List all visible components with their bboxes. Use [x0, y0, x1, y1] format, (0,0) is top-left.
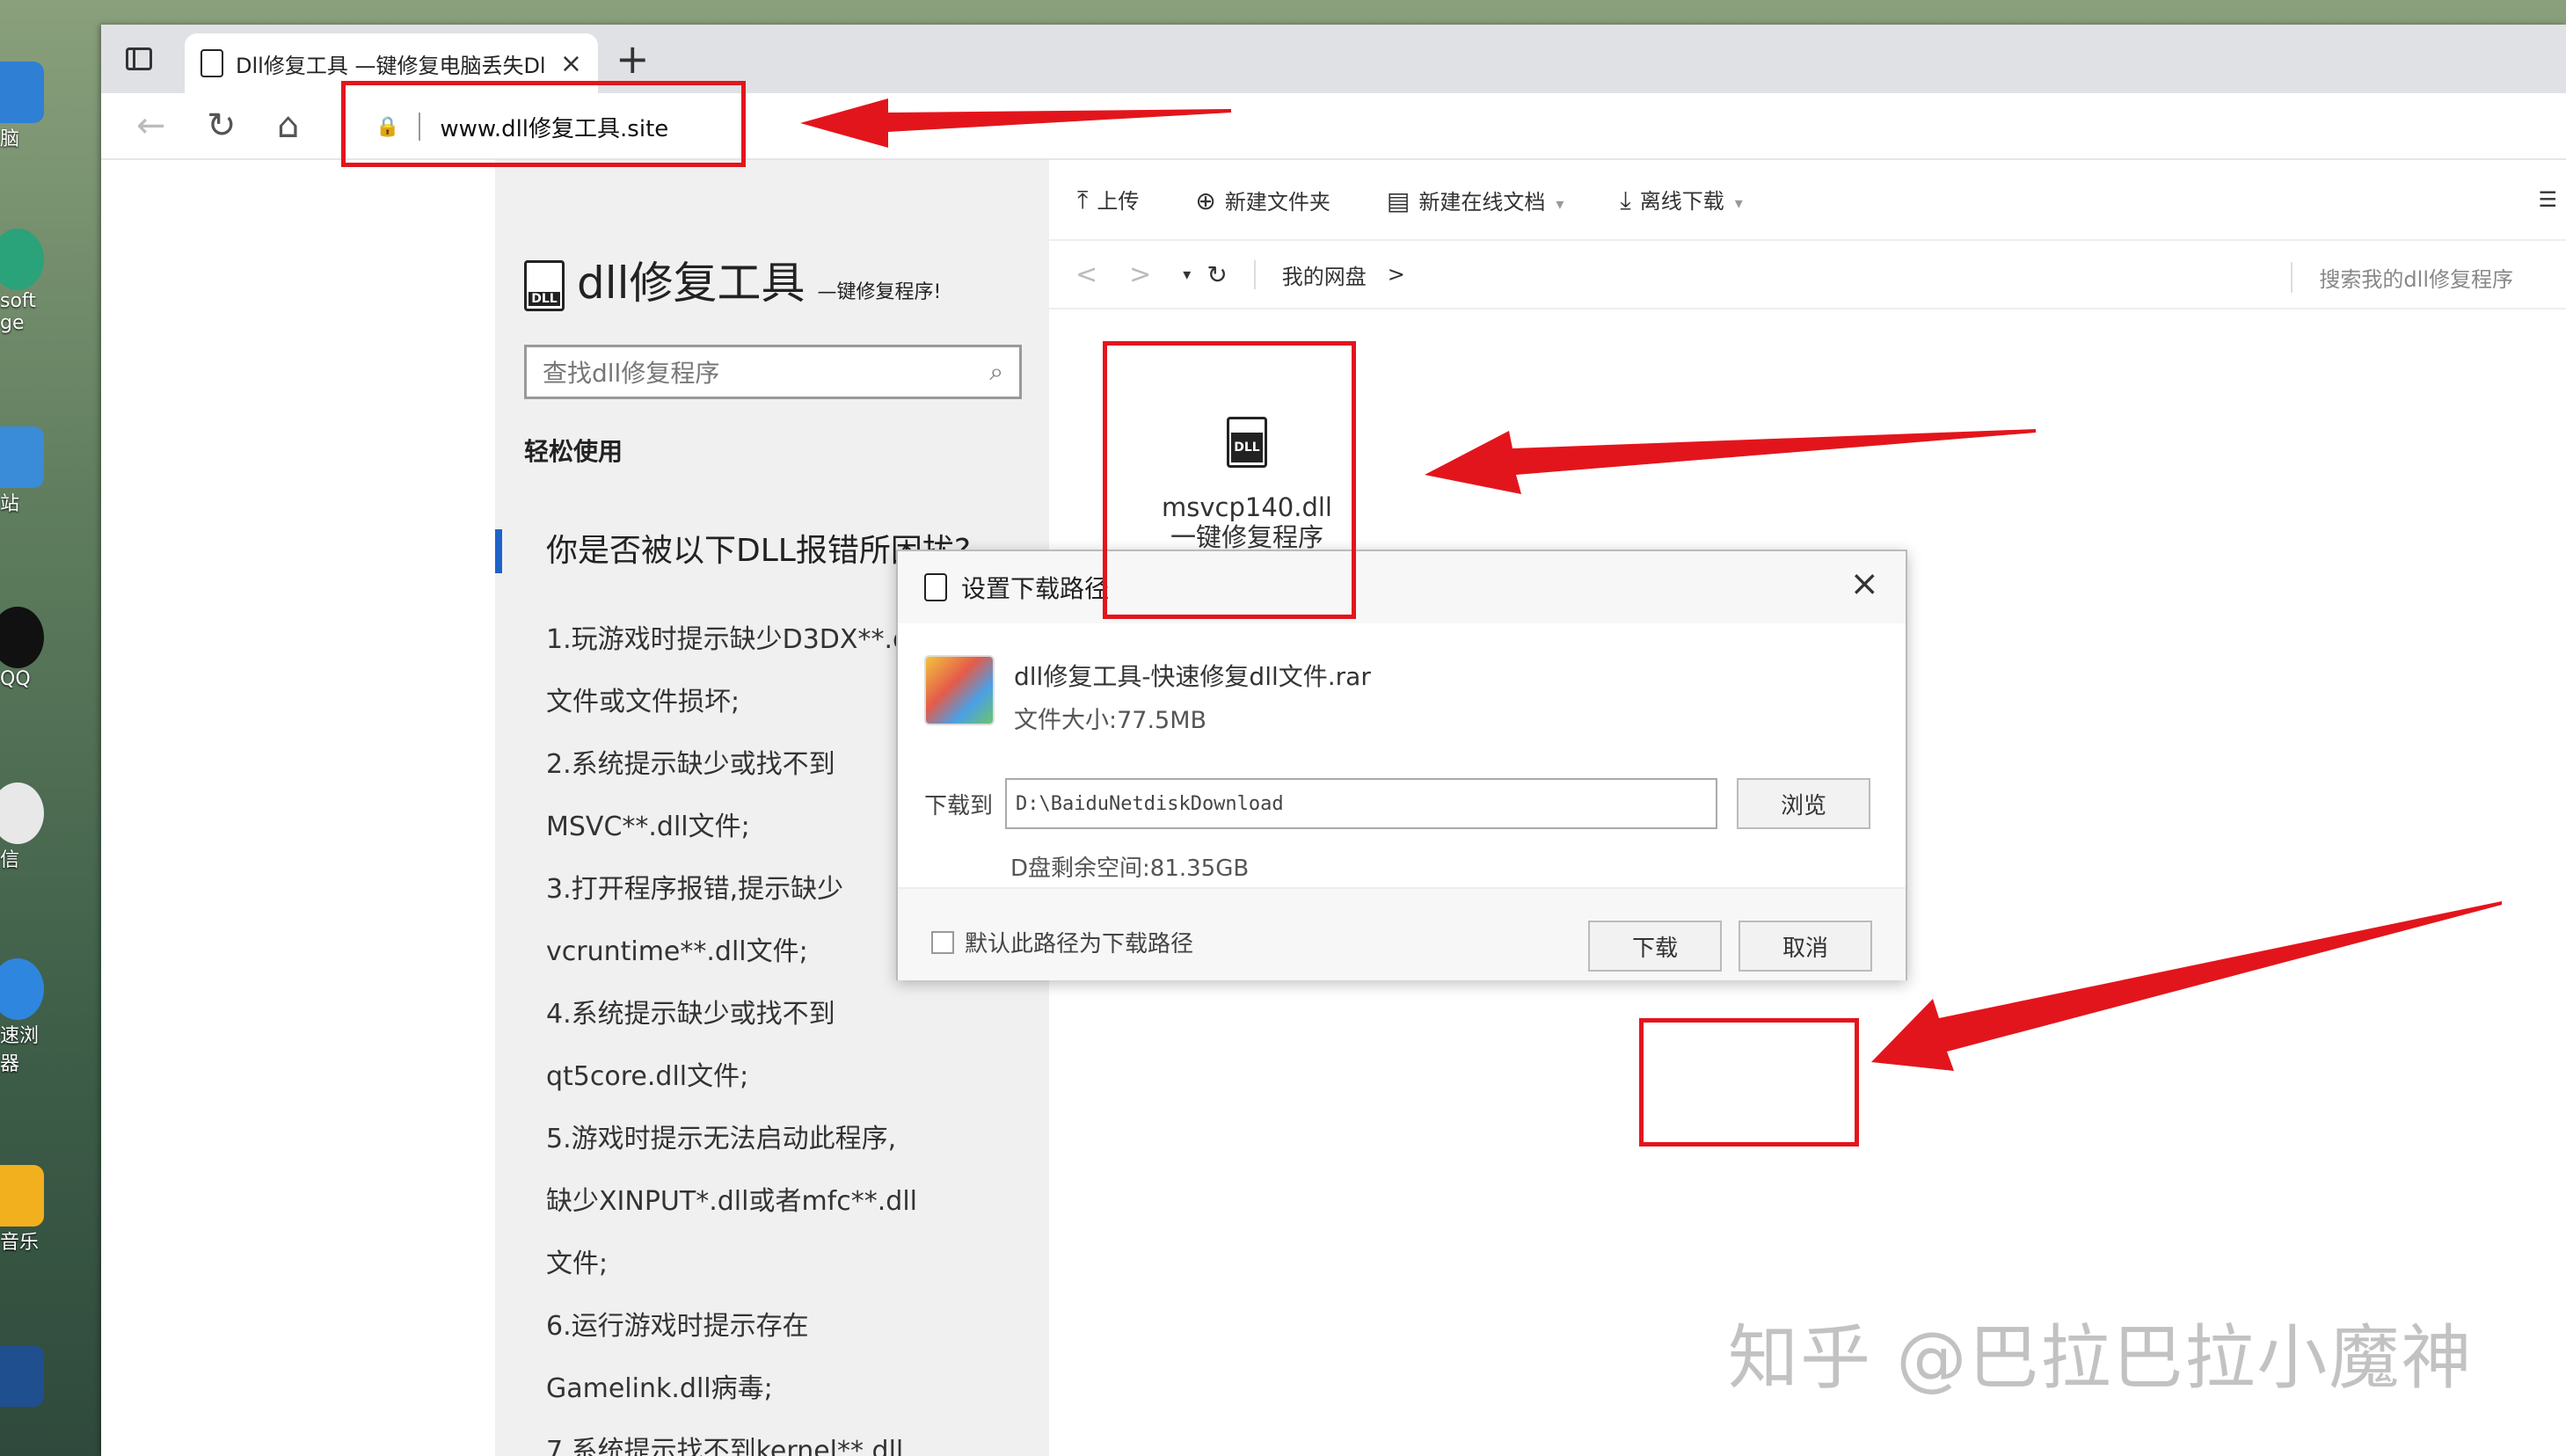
desktop-icon-app[interactable] — [0, 1345, 97, 1407]
list-item: 5.游戏时提示无法启动此程序, — [546, 1124, 897, 1154]
netdisk-search-input[interactable]: 搜索我的dll修复程序 — [2291, 262, 2513, 293]
list-item: 7.系统提示找不到kernel**.dll — [546, 1436, 904, 1456]
document-icon: ▤ — [1386, 186, 1411, 215]
reload-button[interactable]: ↻ — [207, 106, 237, 146]
new-doc-button[interactable]: ▤ 新建在线文档 ▾ — [1387, 185, 1564, 215]
chevron-down-icon: ▾ — [1556, 194, 1564, 214]
dialog-title: 设置下载路径 — [961, 574, 1110, 603]
qq-penguin-icon — [0, 607, 44, 668]
search-icon[interactable]: ⌕ — [989, 357, 1003, 387]
folder-plus-icon: ⊕ — [1195, 186, 1216, 215]
dialog-dll-icon — [924, 573, 947, 601]
cancel-button[interactable]: 取消 — [1739, 921, 1872, 972]
upload-button[interactable]: ⤒ 上传 — [1077, 184, 1139, 215]
list-item: 4.系统提示缺少或找不到 — [546, 999, 835, 1030]
offline-download-label: 离线下载 — [1639, 189, 1724, 214]
dialog-close-icon[interactable]: × — [1849, 564, 1879, 604]
list-item: Gamelink.dll病毒; — [546, 1373, 773, 1404]
new-folder-button[interactable]: ⊕ 新建文件夹 — [1195, 185, 1330, 215]
netdisk-toolbar: ⤒ 上传 ⊕ 新建文件夹 ▤ 新建在线文档 ▾ ⤓ 离线下载 ▾ ☰ — [1049, 160, 2566, 241]
file-highlight-box — [1103, 341, 1356, 619]
desktop-icon-music[interactable]: 音乐 — [0, 1165, 97, 1255]
download-icon: ⤓ — [1620, 186, 1631, 215]
new-doc-label: 新建在线文档 — [1418, 189, 1546, 215]
computer-icon — [0, 62, 44, 123]
desktop-icon-label: soft ge — [0, 290, 36, 334]
crumb-forward-icon[interactable]: > — [1129, 259, 1151, 290]
list-item: 文件; — [546, 1249, 609, 1279]
download-path-dialog: 设置下载路径 × dll修复工具-快速修复dll文件.rar 文件大小:77.5… — [896, 550, 1907, 980]
edge-icon — [0, 229, 44, 290]
crumb-back-icon[interactable]: < — [1075, 259, 1097, 290]
search-placeholder: 查找dll修复程序 — [543, 359, 720, 388]
new-folder-label: 新建文件夹 — [1224, 189, 1330, 215]
page-favicon-icon — [200, 49, 223, 77]
dialog-file-info: dll修复工具-快速修复dll文件.rar 文件大小:77.5MB — [924, 655, 1371, 743]
new-tab-button[interactable]: + — [616, 37, 650, 81]
list-item: 缺少XINPUT*.dll或者mfc**.dll — [546, 1186, 917, 1217]
download-highlight-box — [1639, 1018, 1859, 1147]
recycle-bin-icon — [0, 426, 44, 488]
desktop-icon-edge[interactable]: soft ge — [0, 229, 97, 334]
tab-title: Dll修复工具 —键修复电脑丢失Dl — [236, 53, 546, 78]
menu-icon[interactable]: ☰ — [2538, 187, 2557, 212]
list-item: 6.运行游戏时提示存在 — [546, 1311, 809, 1342]
url-highlight-box — [341, 81, 746, 167]
sidebar-toggle-icon[interactable] — [126, 47, 152, 70]
desktop-icon-wechat[interactable]: 信 — [0, 783, 97, 872]
upload-icon: ⤒ — [1077, 186, 1089, 215]
checkbox-box[interactable] — [931, 930, 954, 954]
dll-badge: DLL — [529, 292, 560, 306]
breadcrumb: < > ▾ ↻ 我的网盘 > 搜索我的dll修复程序 — [1049, 241, 2566, 309]
desktop-icon-browser[interactable]: 速浏 器 — [0, 958, 97, 1076]
dialog-file-size: 文件大小:77.5MB — [1014, 707, 1207, 734]
history-dropdown-icon[interactable]: ▾ — [1183, 266, 1191, 284]
rar-archive-icon — [924, 655, 995, 725]
save-to-label: 下载到 — [924, 792, 994, 819]
home-button[interactable]: ⌂ — [277, 106, 299, 146]
desktop-icon-label: 站 — [0, 493, 20, 515]
dialog-header: 设置下载路径 × — [898, 551, 1906, 623]
save-path-input[interactable]: D:\BaiduNetdiskDownload — [1005, 778, 1718, 829]
browser-icon — [0, 958, 44, 1020]
crumb-root[interactable]: 我的网盘 — [1282, 259, 1367, 290]
save-path-row: 下载到 D:\BaiduNetdiskDownload 浏览 — [924, 778, 1871, 829]
wechat-icon — [0, 783, 44, 844]
dialog-file-name: dll修复工具-快速修复dll文件.rar — [1014, 662, 1371, 691]
free-space-text: D盘剩余空间:81.35GB — [1010, 855, 1250, 882]
desktop-icon-qq[interactable]: QQ — [0, 607, 97, 690]
desktop-icon-label: 音乐 — [0, 1232, 40, 1254]
zhihu-watermark: 知乎 @巴拉巴拉小魔神 — [1728, 1317, 2474, 1399]
desktop-icon-label: 速浏 器 — [0, 1025, 40, 1075]
default-path-checkbox[interactable]: 默认此路径为下载路径 — [931, 926, 1193, 958]
desktop-icon-label: 脑 — [0, 128, 20, 150]
refresh-icon[interactable]: ↻ — [1206, 259, 1256, 289]
chevron-down-icon: ▾ — [1734, 194, 1743, 213]
desktop-icon-recycle[interactable]: 站 — [0, 426, 97, 516]
dialog-footer: 默认此路径为下载路径 下载 取消 — [898, 887, 1906, 980]
browse-button[interactable]: 浏览 — [1737, 778, 1871, 829]
crumb-separator: > — [1387, 262, 1405, 287]
logo-title: dll修复工具 — [577, 258, 806, 309]
desktop-icon-computer[interactable]: 脑 — [0, 62, 97, 151]
download-button[interactable]: 下载 — [1588, 921, 1722, 972]
desktop-icon-label: 信 — [0, 849, 20, 871]
tab-close-icon[interactable]: × — [560, 48, 582, 79]
app-icon — [0, 1345, 44, 1407]
back-button[interactable]: ← — [136, 106, 166, 146]
offline-download-button[interactable]: ⤓ 离线下载 ▾ — [1620, 184, 1742, 215]
site-logo: DLL dll修复工具 —键修复程序! — [524, 248, 941, 311]
dll-logo-icon: DLL — [524, 260, 565, 311]
music-icon — [0, 1165, 44, 1227]
easy-use-heading: 轻松使用 — [524, 437, 623, 466]
list-item: qt5core.dll文件; — [546, 1061, 749, 1092]
desktop-icon-label: QQ — [0, 668, 31, 690]
logo-subtitle: —键修复程序! — [817, 281, 942, 303]
upload-label: 上传 — [1097, 189, 1140, 214]
dll-search-input[interactable]: 查找dll修复程序 ⌕ — [524, 345, 1022, 399]
default-path-label: 默认此路径为下载路径 — [965, 931, 1194, 957]
